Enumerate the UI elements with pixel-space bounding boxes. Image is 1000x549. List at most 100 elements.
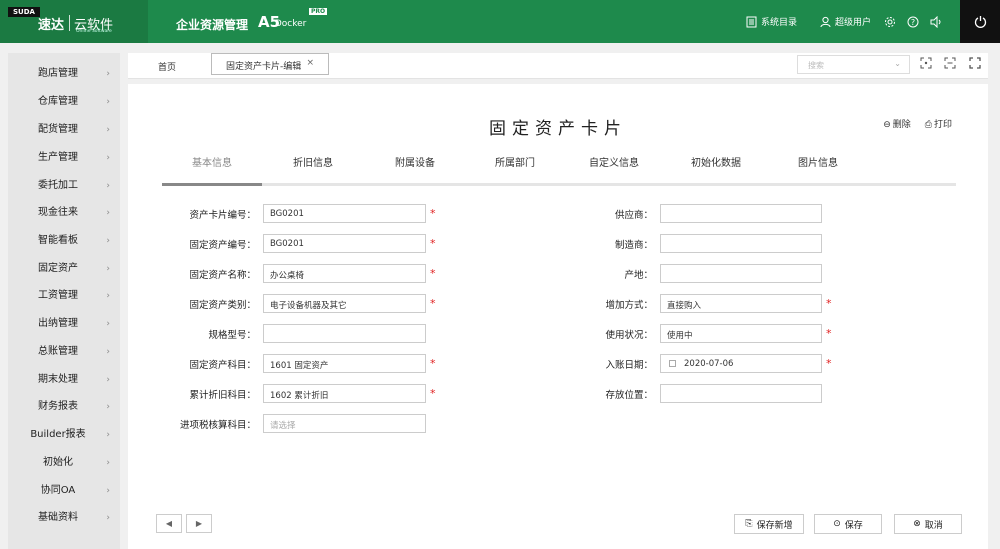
printer-icon: ⎙: [924, 120, 932, 130]
search-input[interactable]: 搜索 ⌄: [797, 55, 910, 74]
sidebar-item-builder-reports[interactable]: Builder报表 ›: [8, 425, 120, 445]
chevron-right-icon: ›: [106, 347, 110, 357]
sidebar-item-label: 固定资产: [38, 263, 78, 274]
print-button[interactable]: ⎙ 打印: [925, 117, 952, 130]
tab-bar: 首页 固定资产卡片-编辑 × 搜索 ⌄: [128, 53, 988, 79]
chevron-right-icon: ›: [106, 430, 110, 440]
locate-icon[interactable]: [919, 57, 933, 71]
sidebar-item-period-end[interactable]: 期末处理 ›: [8, 370, 120, 390]
asset-category-input[interactable]: 电子设备机器及其它: [263, 294, 426, 313]
detail-tabs: 基本信息 折旧信息 附属设备 所属部门 自定义信息 初始化数据 图片信息: [162, 156, 956, 186]
calendar-icon: [669, 360, 676, 367]
sidebar-item-outsourcing[interactable]: 委托加工 ›: [8, 176, 120, 196]
origin-input[interactable]: [660, 264, 822, 283]
storage-location-input[interactable]: [660, 384, 822, 403]
asset-number-input[interactable]: BG0201: [263, 234, 426, 253]
save-button[interactable]: ⊙ 保存: [814, 514, 882, 534]
chevron-right-icon: ›: [106, 181, 110, 191]
erp-title: 企业资源管理: [176, 18, 249, 32]
spec-model-input[interactable]: [263, 324, 426, 343]
user-button[interactable]: 超级用户: [820, 15, 871, 28]
sidebar-item-financial-reports[interactable]: 财务报表 ›: [8, 397, 120, 417]
svg-text:?: ?: [911, 18, 915, 27]
field-label: 入账日期：: [605, 360, 653, 371]
entry-date-input[interactable]: 2020-07-06: [660, 354, 822, 373]
tab-home[interactable]: 首页: [158, 60, 176, 73]
supplier-input[interactable]: [660, 204, 822, 223]
chevron-right-icon: ›: [106, 319, 110, 329]
chevron-right-icon: ›: [106, 97, 110, 107]
cancel-button[interactable]: ⊗ 取消: [894, 514, 962, 534]
tab-department[interactable]: 所属部门: [466, 156, 564, 183]
brand-name: 速达: [38, 18, 65, 33]
speaker-icon[interactable]: [930, 15, 943, 28]
sidebar-item-store[interactable]: 跑店管理 ›: [8, 64, 120, 84]
fullscreen-icon[interactable]: [968, 57, 982, 71]
field-label: 固定资产类别：: [189, 300, 256, 311]
fit-screen-icon[interactable]: [943, 57, 957, 71]
tab-custom-info[interactable]: 自定义信息: [564, 156, 664, 183]
sidebar-item-fixed-assets[interactable]: 固定资产 ›: [8, 259, 120, 279]
sidebar-item-cashier[interactable]: 出纳管理 ›: [8, 314, 120, 334]
sidebar-item-warehouse[interactable]: 仓库管理 ›: [8, 92, 120, 112]
acquisition-method-input[interactable]: 直接购入: [660, 294, 822, 313]
active-tab-indicator: [162, 183, 262, 186]
next-record-button[interactable]: ▶: [186, 514, 212, 533]
field-label: 产地：: [624, 270, 653, 281]
save-new-button[interactable]: ⎘ 保存新增: [734, 514, 804, 534]
field-label: 使用状况：: [605, 330, 653, 341]
system-menu-button[interactable]: 系统目录: [746, 15, 797, 28]
suda-tag: SUDA: [8, 7, 40, 17]
chevron-right-icon: ›: [106, 125, 110, 135]
sidebar-item-label: 基础资料: [38, 512, 78, 523]
check-circle-icon: ⊙: [833, 519, 841, 529]
sidebar-item-basic-data[interactable]: 基础资料 ›: [8, 508, 120, 528]
required-mark: *: [826, 327, 832, 340]
tab-init-data[interactable]: 初始化数据: [664, 156, 768, 183]
sidebar-item-cash[interactable]: 现金往来 ›: [8, 203, 120, 223]
sidebar-item-dashboard[interactable]: 智能看板 ›: [8, 231, 120, 251]
minus-circle-icon: ⊖: [883, 120, 891, 130]
tab-accessories[interactable]: 附属设备: [364, 156, 466, 183]
sidebar-item-oa[interactable]: 协同OA ›: [8, 481, 120, 501]
tab-basic-info[interactable]: 基本信息: [162, 156, 262, 183]
asset-name-input[interactable]: 办公桌椅: [263, 264, 426, 283]
prev-record-button[interactable]: ◀: [156, 514, 182, 533]
required-mark: *: [430, 237, 436, 250]
manufacturer-input[interactable]: [660, 234, 822, 253]
field-label: 资产卡片编号：: [189, 210, 256, 221]
input-tax-account-select[interactable]: 请选择: [263, 414, 426, 433]
sidebar-item-label: 现金往来: [38, 207, 78, 218]
settings-icon[interactable]: [884, 16, 896, 28]
chevron-right-icon: ›: [106, 264, 110, 274]
sidebar: 跑店管理 › 仓库管理 › 配货管理 › 生产管理 › 委托加工 › 现金往来 › 智能看板…: [8, 53, 120, 549]
close-icon[interactable]: ×: [306, 58, 314, 68]
sidebar-item-ledger[interactable]: 总账管理 ›: [8, 342, 120, 362]
power-button[interactable]: [960, 0, 1000, 43]
sidebar-item-distribution[interactable]: 配货管理 ›: [8, 120, 120, 140]
page-title: 固定资产卡片: [489, 119, 627, 139]
chevron-right-icon: ›: [106, 236, 110, 246]
power-icon: [974, 16, 986, 28]
sidebar-item-production[interactable]: 生产管理 ›: [8, 148, 120, 168]
sidebar-item-label: 期末处理: [38, 374, 78, 385]
asset-account-input[interactable]: 1601 固定资产: [263, 354, 426, 373]
sidebar-item-label: 生产管理: [38, 152, 78, 163]
card-number-input[interactable]: BG0201: [263, 204, 426, 223]
tab-fixed-asset-card-edit[interactable]: 固定资产卡片-编辑 ×: [211, 53, 329, 75]
depreciation-account-input[interactable]: 1602 累计折旧: [263, 384, 426, 403]
tab-depreciation[interactable]: 折旧信息: [262, 156, 364, 183]
usage-status-input[interactable]: 使用中: [660, 324, 822, 343]
sidebar-item-initialization[interactable]: 初始化 ›: [8, 453, 120, 473]
tab-images[interactable]: 图片信息: [768, 156, 868, 183]
delete-button[interactable]: ⊖ 删除: [883, 117, 911, 130]
brand-subtitle: Online Software: [76, 29, 112, 34]
sidebar-item-payroll[interactable]: 工资管理 ›: [8, 286, 120, 306]
field-label: 存放位置：: [605, 390, 653, 401]
field-label: 增加方式：: [605, 300, 653, 311]
sidebar-item-label: 配货管理: [38, 124, 78, 135]
product-sub: .Docker: [272, 19, 307, 29]
field-label: 供应商：: [614, 210, 653, 221]
chevron-right-icon: ›: [106, 513, 110, 523]
help-icon[interactable]: ?: [907, 16, 919, 28]
